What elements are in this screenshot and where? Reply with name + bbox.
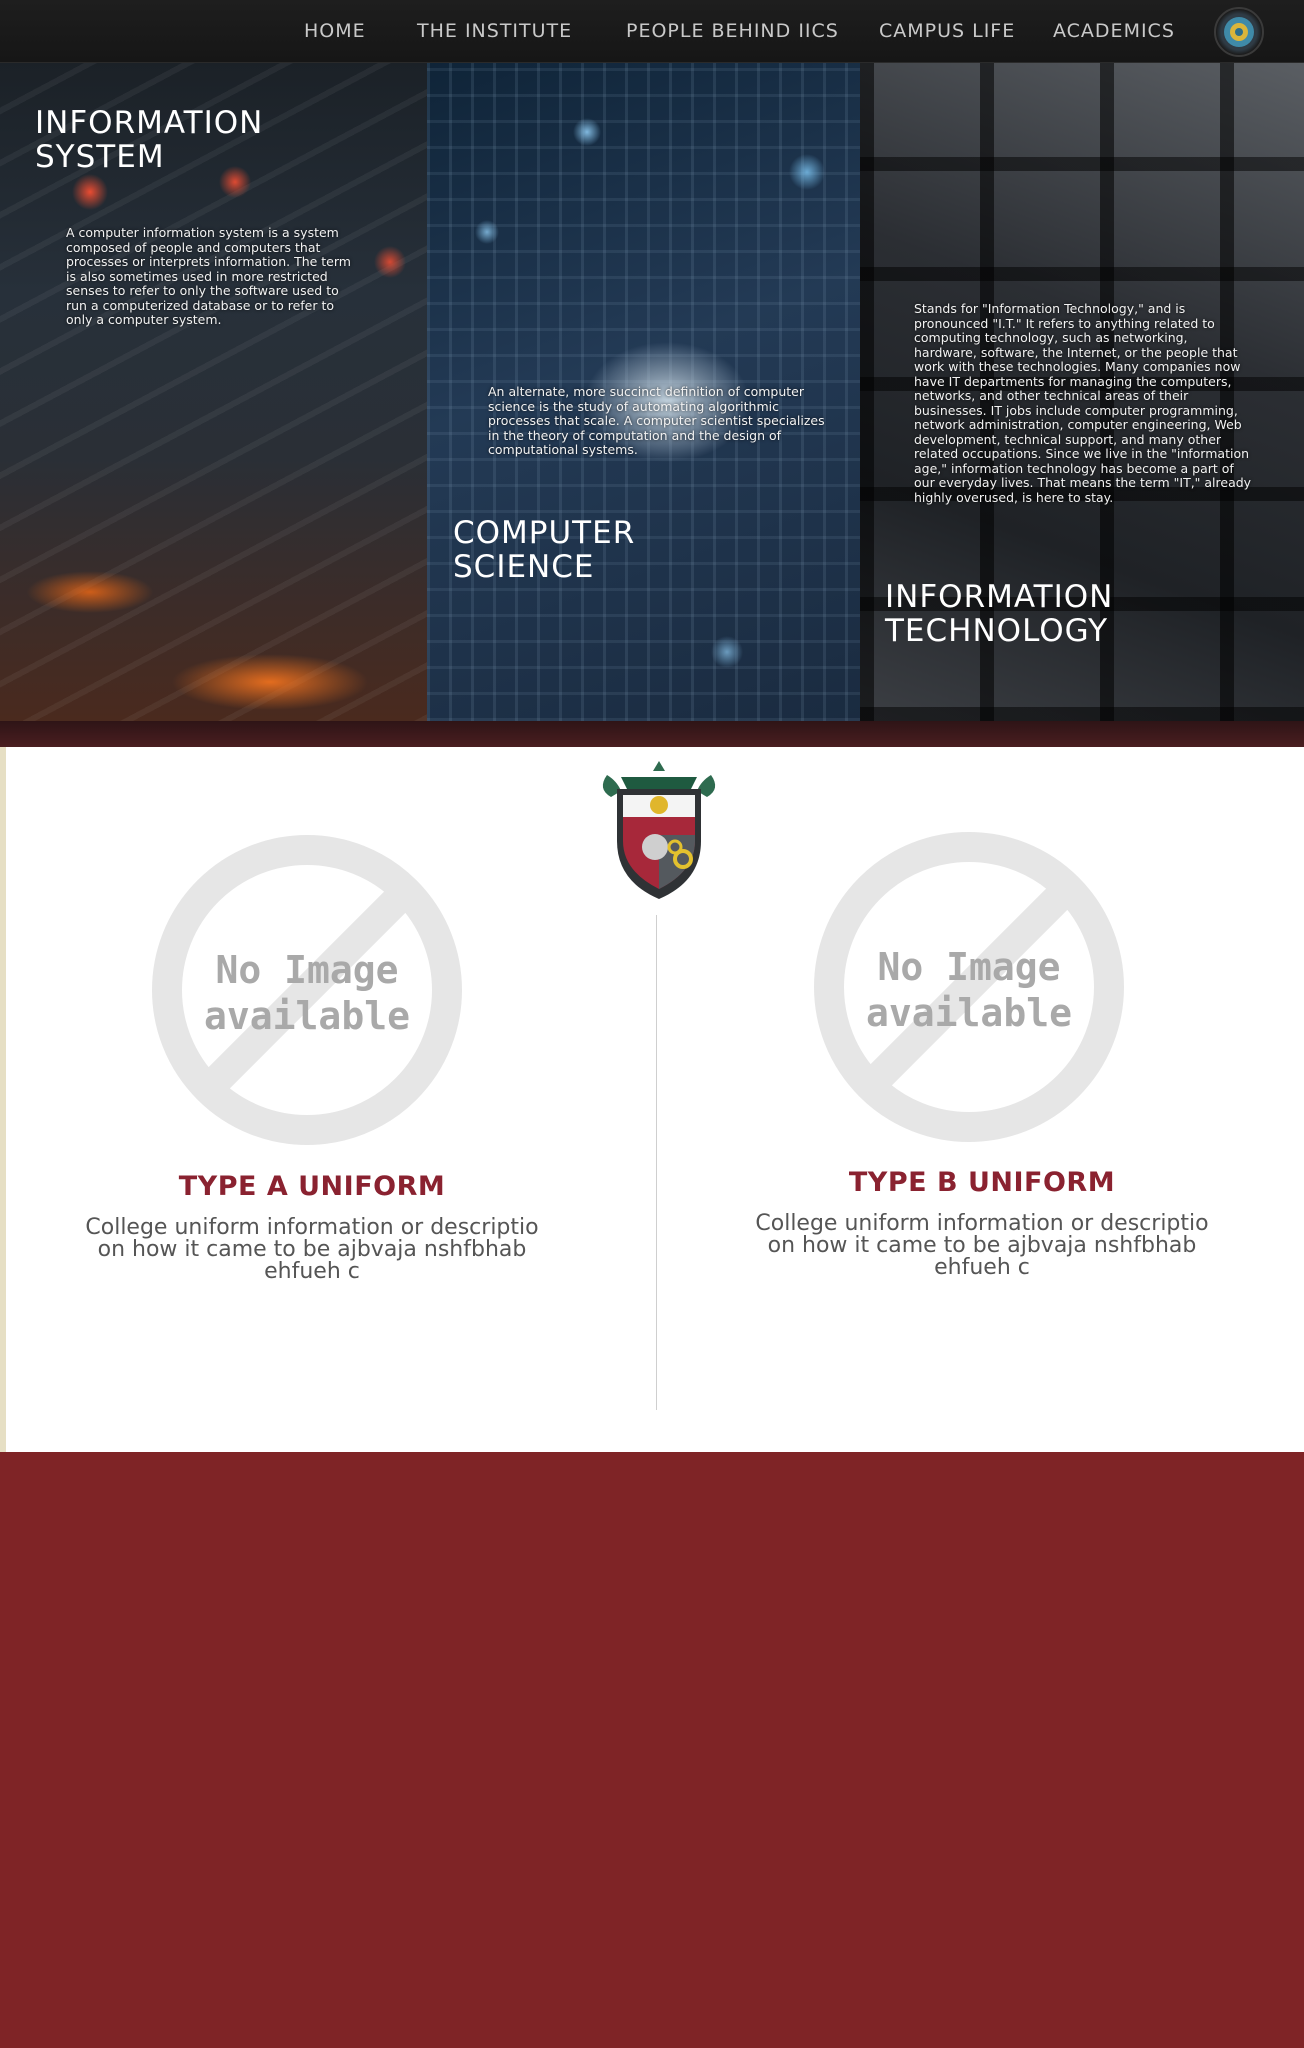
hero-bottom-band xyxy=(0,721,1304,747)
panel-description: Stands for "Information Technology," and… xyxy=(914,301,1252,505)
uniform-a-description: College uniform information or descripti… xyxy=(85,1215,539,1284)
no-image-line: No Image xyxy=(877,945,1061,989)
no-image-text: No Image available xyxy=(152,947,462,1039)
uniform-a-image: No Image available xyxy=(152,835,462,1145)
panel-title: INFORMATION SYSTEM xyxy=(35,105,264,175)
panel-description: An alternate, more succinct definition o… xyxy=(488,384,825,457)
no-image-text: No Image available xyxy=(814,944,1124,1036)
section-divider xyxy=(656,915,657,1410)
no-image-line: available xyxy=(866,991,1072,1035)
nav-academics[interactable]: ACADEMICS xyxy=(1053,20,1175,42)
nav-people-behind-iics[interactable]: PEOPLE BEHIND IICS xyxy=(626,20,839,42)
nav-campus-life[interactable]: CAMPUS LIFE xyxy=(879,20,1015,42)
uniform-section: No Image available TYPE A UNIFORM Colleg… xyxy=(0,747,1304,1452)
hero-panel-information-technology[interactable]: Stands for "Information Technology," and… xyxy=(860,62,1304,721)
nav-home[interactable]: HOME xyxy=(304,20,366,42)
panel-title: INFORMATION TECHNOLOGY xyxy=(885,579,1114,649)
top-navbar: HOME THE INSTITUTE PEOPLE BEHIND IICS CA… xyxy=(0,0,1304,63)
uniform-a-title: TYPE A UNIFORM xyxy=(178,1171,446,1202)
hero-panel-information-system[interactable]: INFORMATION SYSTEM A computer informatio… xyxy=(0,62,427,721)
hero-section: INFORMATION SYSTEM A computer informatio… xyxy=(0,62,1304,721)
uniform-b-image: No Image available xyxy=(814,832,1124,1142)
panel-title: COMPUTER SCIENCE xyxy=(453,515,636,585)
hero-panel-computer-science[interactable]: An alternate, more succinct definition o… xyxy=(427,62,860,721)
site-logo-icon[interactable] xyxy=(1214,7,1264,57)
uniform-b-description: College uniform information or descripti… xyxy=(755,1211,1209,1280)
nav-the-institute[interactable]: THE INSTITUTE xyxy=(417,20,572,42)
no-image-line: available xyxy=(204,994,410,1038)
college-crest-icon xyxy=(602,761,716,899)
uniform-b-title: TYPE B UNIFORM xyxy=(848,1167,1116,1198)
no-image-line: No Image xyxy=(215,948,399,992)
panel-description: A computer information system is a syste… xyxy=(66,225,351,327)
